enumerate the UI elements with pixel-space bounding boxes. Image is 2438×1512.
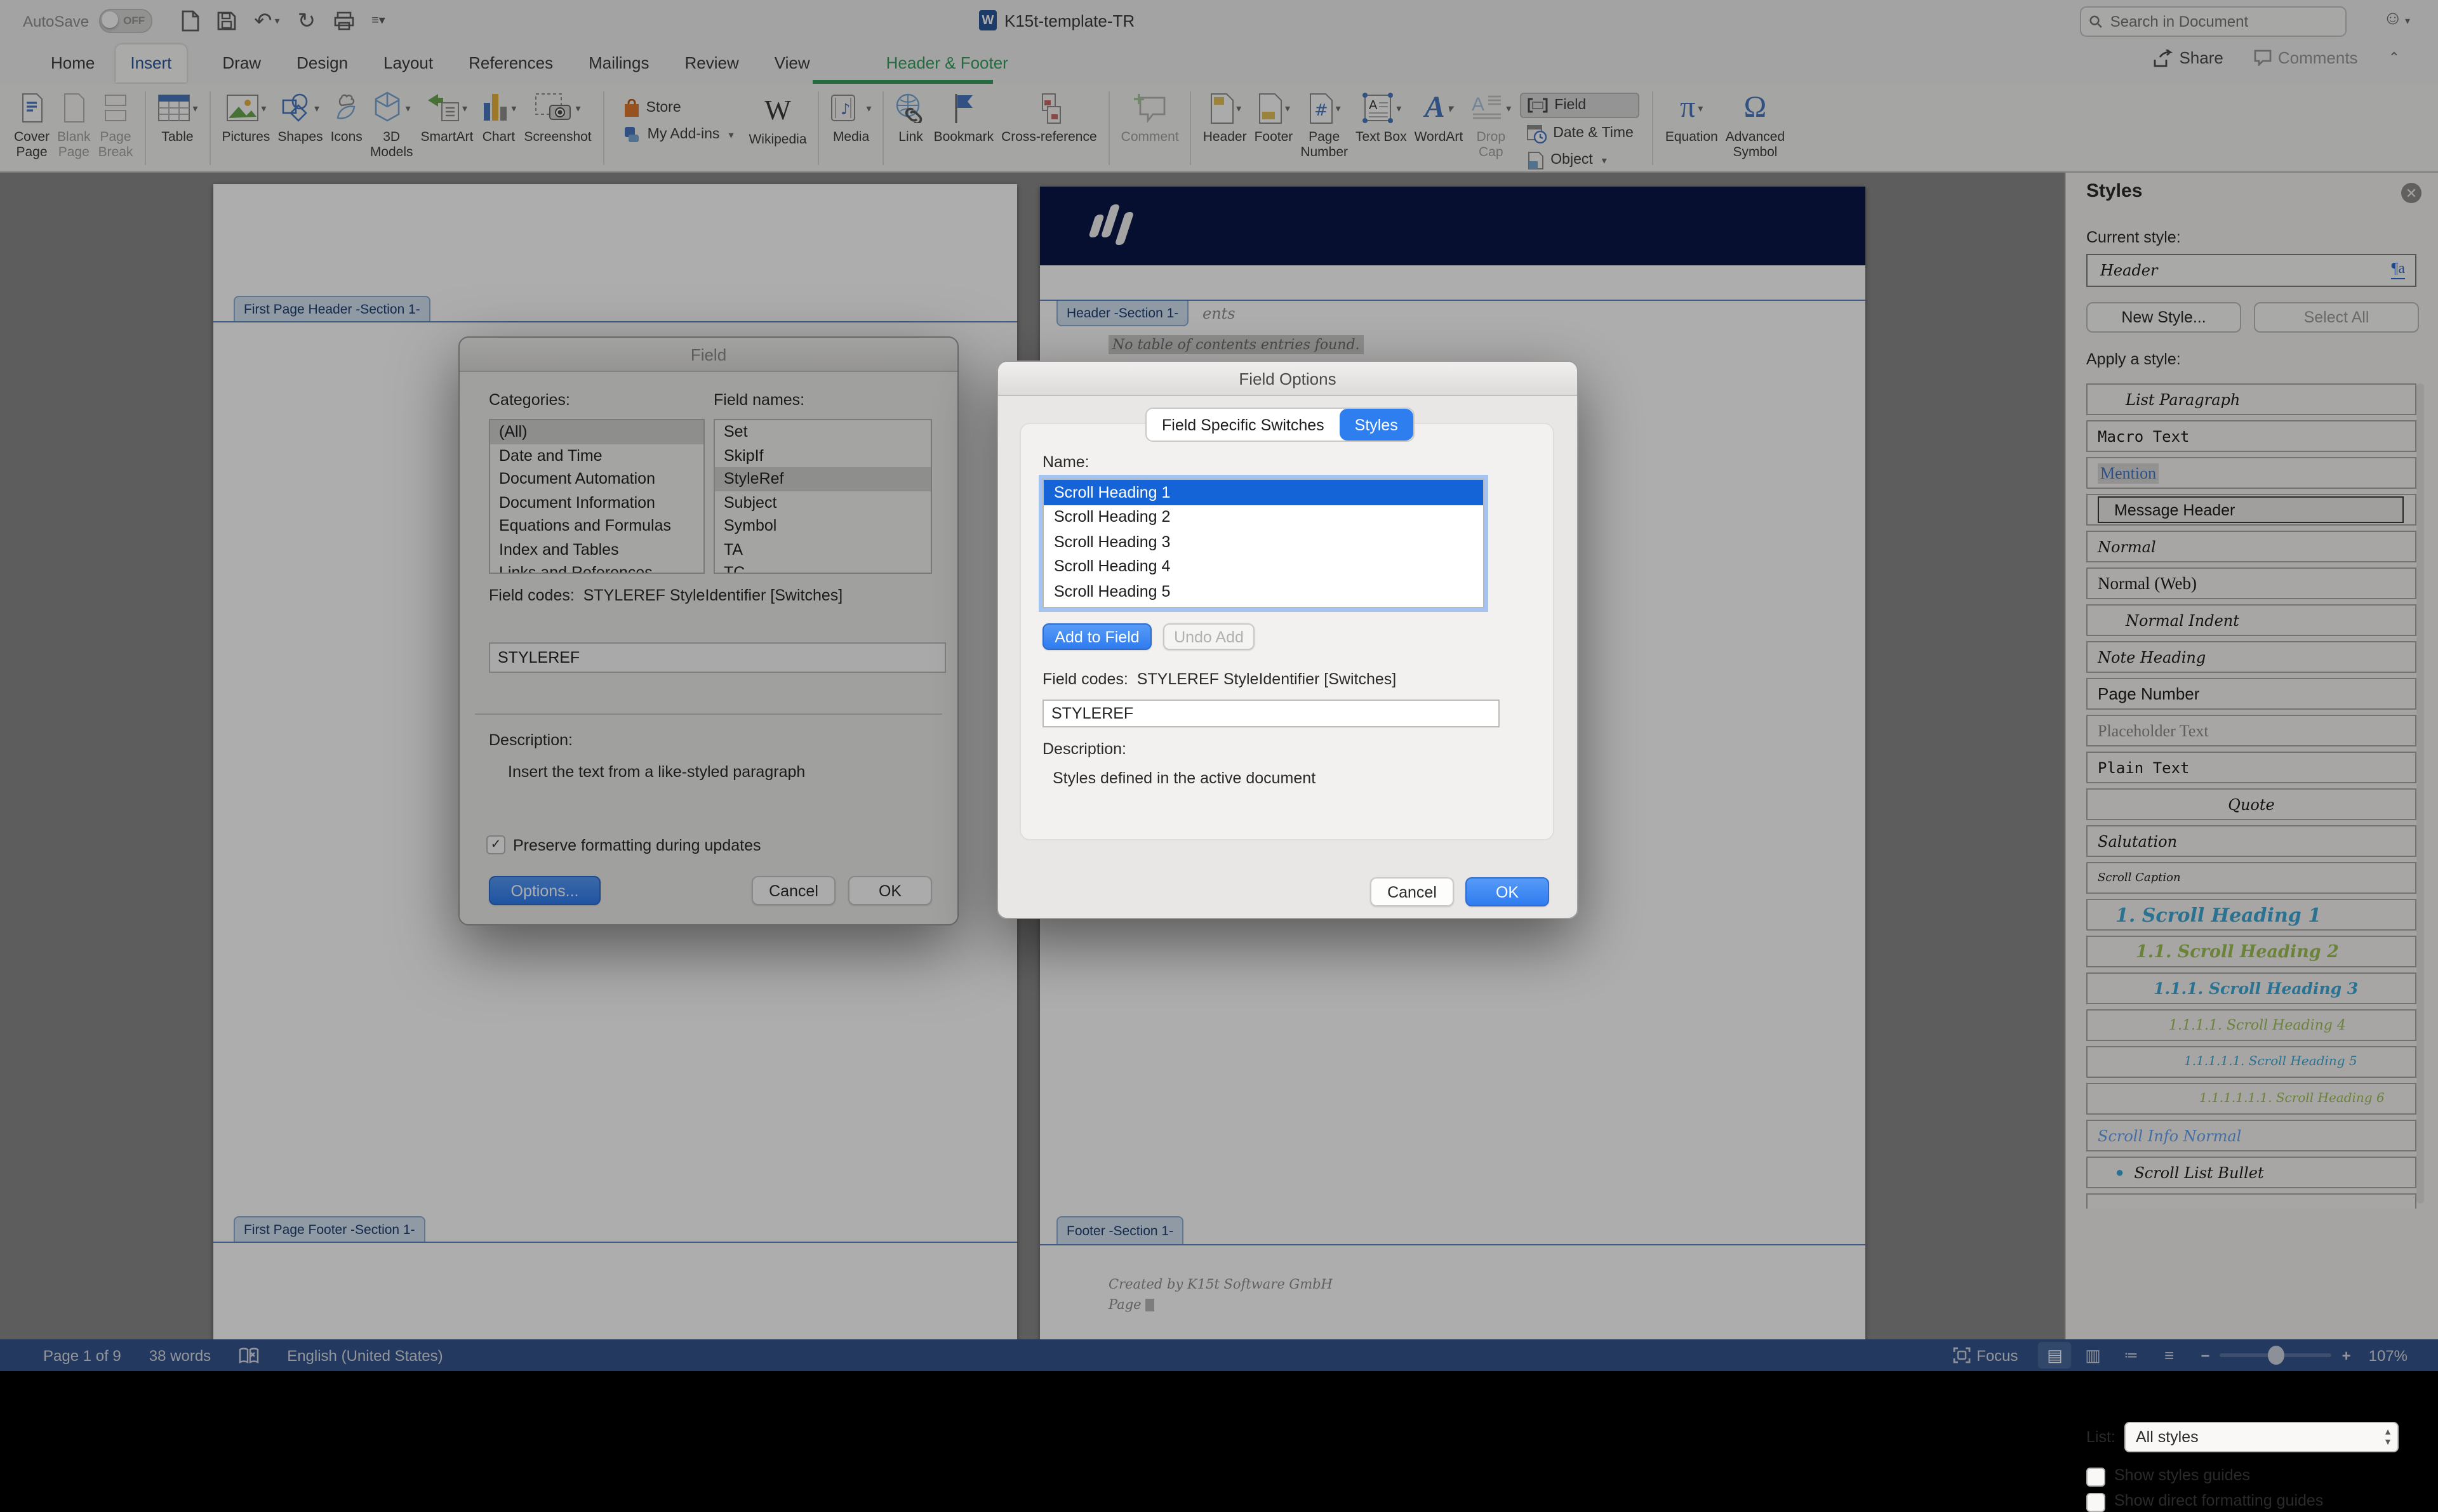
style-option-scroll-heading-1[interactable]: Scroll Heading 1 — [1044, 480, 1483, 505]
name-label: Name: — [1042, 453, 1089, 471]
style-option-scroll-heading-2[interactable]: Scroll Heading 2 — [1044, 505, 1483, 529]
options-cancel-button[interactable]: Cancel — [1370, 877, 1454, 906]
field-options-title: Field Options — [998, 362, 1577, 396]
options-ok-button[interactable]: OK — [1465, 877, 1549, 906]
style-name-listbox[interactable]: Scroll Heading 1 Scroll Heading 2 Scroll… — [1042, 479, 1484, 608]
add-to-field-button[interactable]: Add to Field — [1042, 623, 1152, 650]
tab-styles[interactable]: Styles — [1340, 409, 1413, 441]
undo-add-button[interactable]: Undo Add — [1163, 623, 1255, 650]
description-label: Description: — [1042, 740, 1126, 758]
field-options-dialog: Field Options Field Specific Switches St… — [997, 361, 1578, 919]
description-text: Styles defined in the active document — [1053, 769, 1316, 787]
field-codes-value: STYLEREF StyleIdentifier [Switches] — [1137, 670, 1397, 688]
list-filter-dropdown[interactable]: All styles ▲▼ — [2124, 1422, 2399, 1452]
field-options-tabs: Field Specific Switches Styles — [1145, 408, 1415, 442]
style-option-scroll-heading-3[interactable]: Scroll Heading 3 — [1044, 529, 1483, 554]
style-option-scroll-heading-4[interactable]: Scroll Heading 4 — [1044, 554, 1483, 579]
word-application-window: AutoSave OFF ↶▾ ↻ ≡▾ W K15t-template-TR — [0, 0, 2438, 1371]
tab-field-specific-switches[interactable]: Field Specific Switches — [1147, 409, 1340, 441]
field-code-input[interactable]: STYLEREF — [1042, 700, 1500, 727]
show-direct-formatting-label: Show direct formatting guides — [2114, 1492, 2323, 1509]
stepper-icon: ▲▼ — [2383, 1428, 2392, 1448]
show-direct-formatting-checkbox[interactable] — [2086, 1493, 2105, 1512]
show-styles-guides-label: Show styles guides — [2114, 1466, 2250, 1484]
show-styles-guides-checkbox[interactable] — [2086, 1468, 2105, 1487]
field-codes-line: Field codes: STYLEREF StyleIdentifier [S… — [1042, 670, 1396, 688]
style-option-scroll-heading-5[interactable]: Scroll Heading 5 — [1044, 579, 1483, 604]
list-filter-label: List: — [2086, 1428, 2115, 1446]
